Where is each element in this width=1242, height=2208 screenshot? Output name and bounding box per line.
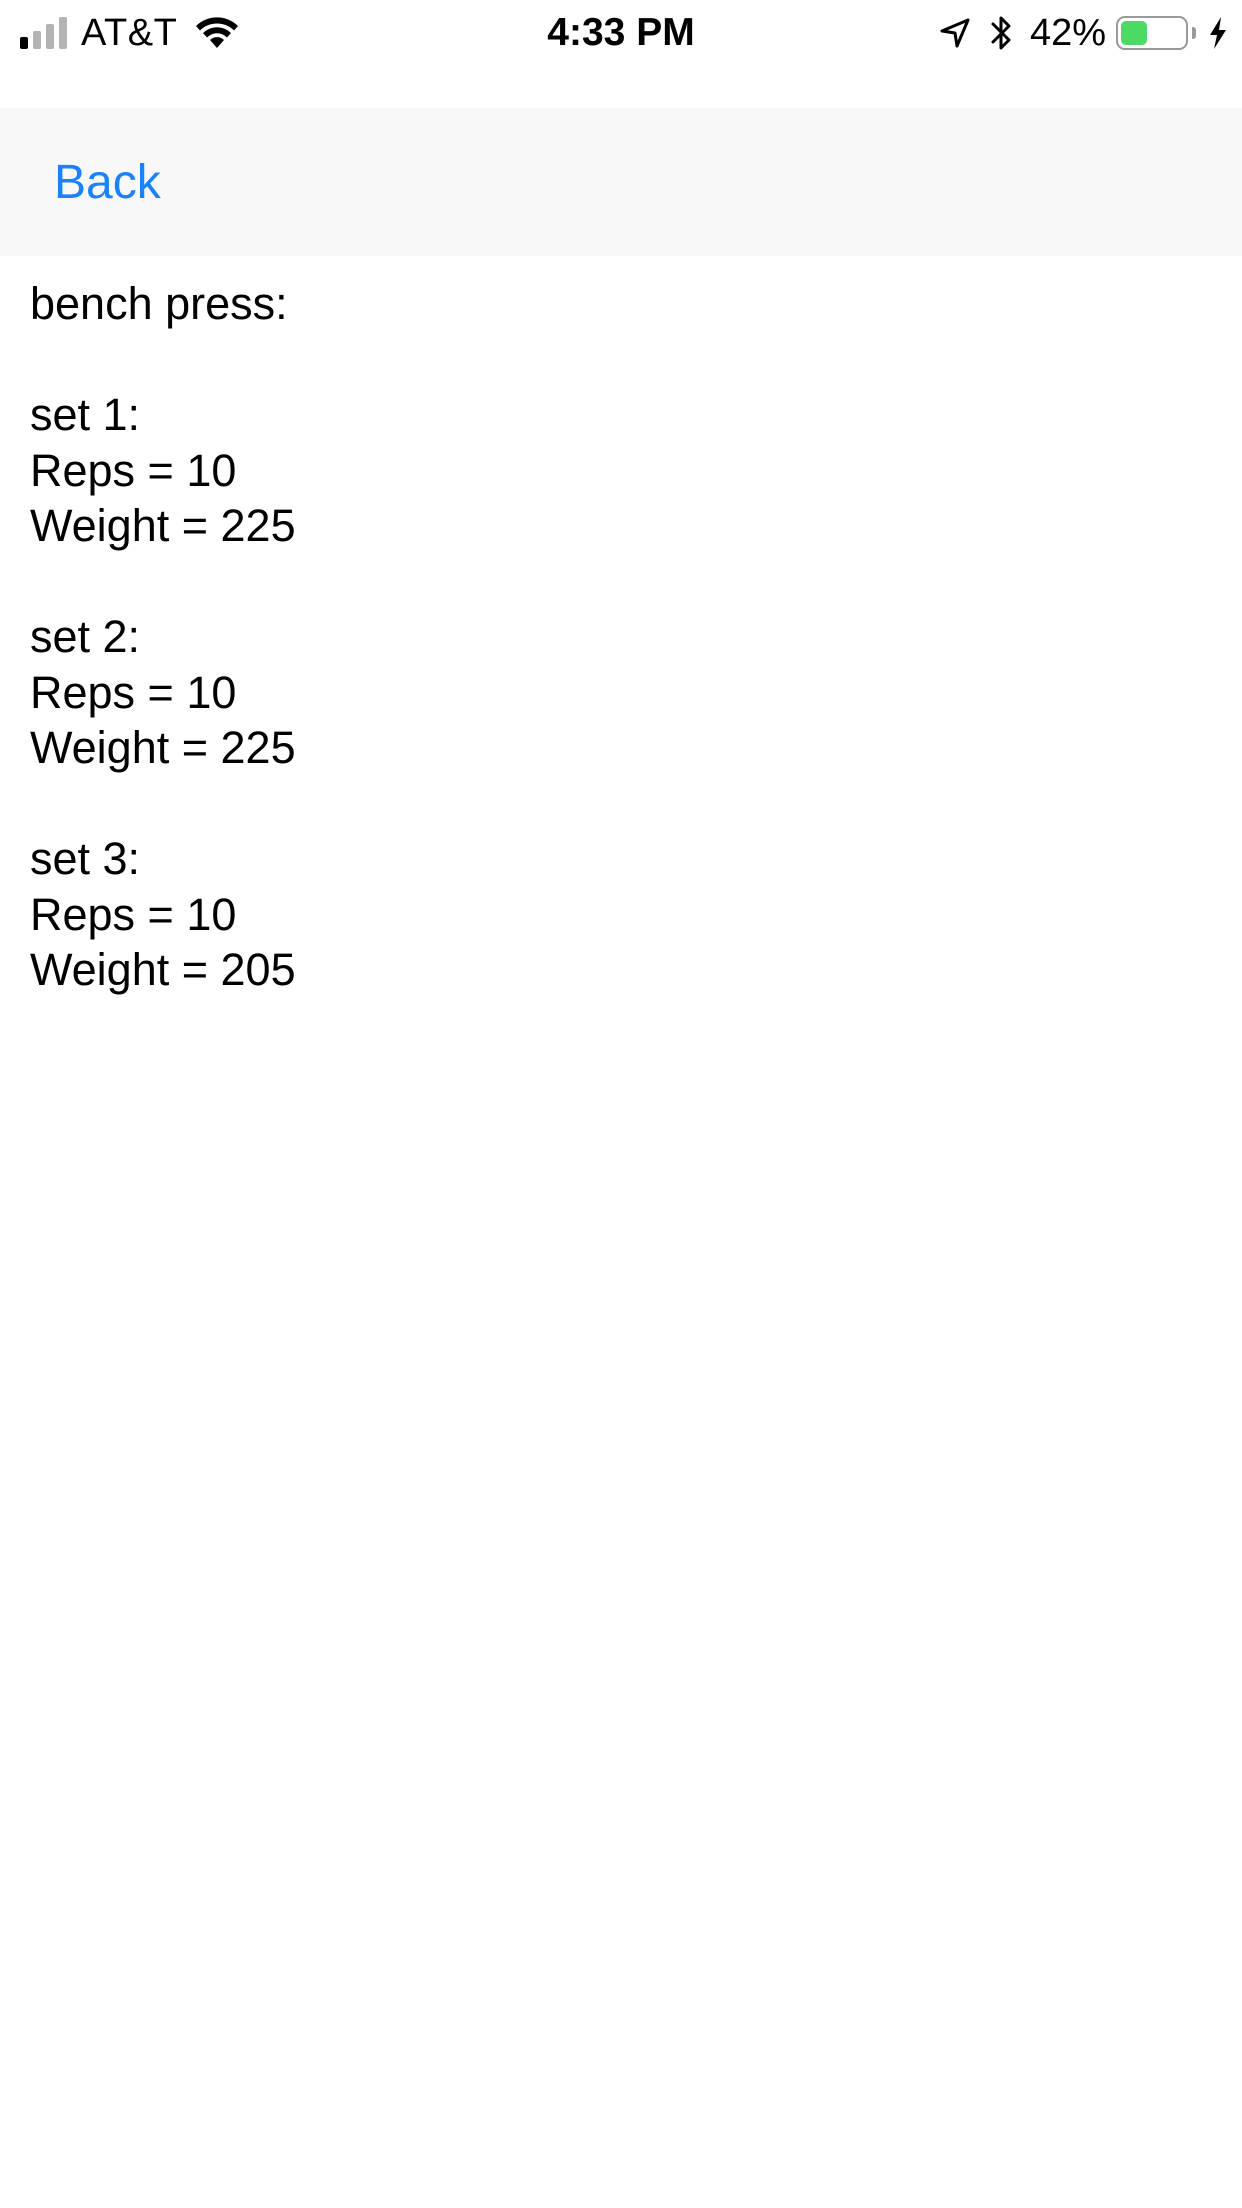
charging-bolt-icon — [1210, 17, 1226, 49]
set-label: set 3: — [30, 833, 141, 884]
battery-nub — [1192, 27, 1196, 39]
battery-percentage: 42% — [1029, 11, 1106, 54]
set-weight: Weight = 225 — [30, 500, 296, 551]
set-label: set 2: — [30, 611, 141, 662]
exercise-title: bench press: — [30, 278, 288, 329]
location-arrow-icon — [940, 18, 970, 48]
set-reps: Reps = 10 — [30, 888, 237, 940]
set-weight: Weight = 205 — [30, 944, 296, 995]
set-reps: Reps = 10 — [30, 444, 237, 496]
status-bar: AT&T 4:33 PM 42% — [0, 0, 1242, 66]
set-weight: Weight = 225 — [30, 722, 296, 773]
navigation-bar: Back — [0, 108, 1242, 256]
bluetooth-icon — [991, 16, 1011, 50]
battery-level-fill — [1121, 21, 1148, 45]
workout-details: bench press: set 1: Reps = 10 Weight = 2… — [30, 276, 296, 998]
back-button[interactable]: Back — [54, 108, 161, 256]
battery-icon — [1116, 16, 1188, 50]
set-reps: Reps = 10 — [30, 666, 237, 718]
set-label: set 1: — [30, 389, 141, 440]
status-bar-right: 42% — [938, 0, 1228, 66]
